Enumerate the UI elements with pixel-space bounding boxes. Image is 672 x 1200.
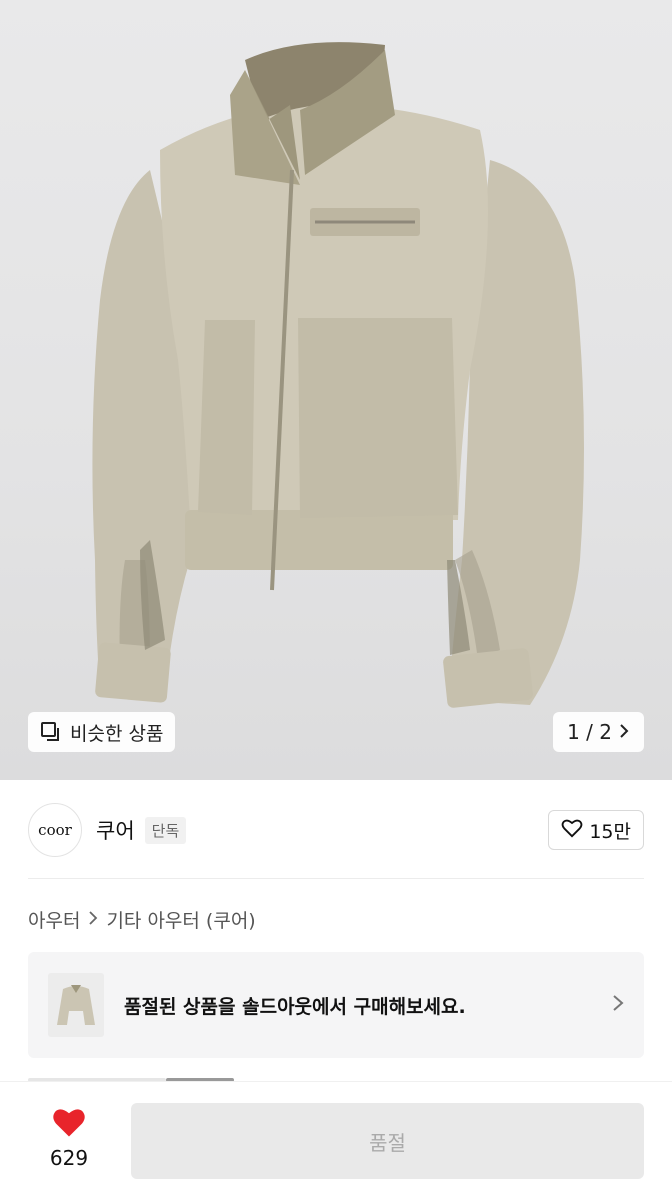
- product-image-carousel[interactable]: 비슷한 상품 1 / 2: [0, 0, 672, 780]
- breadcrumb-item[interactable]: 아우터: [28, 906, 80, 933]
- wish-count: 629: [49, 1146, 89, 1170]
- breadcrumb: 아우터 기타 아우터 (쿠어): [28, 906, 256, 933]
- brand-logo-text: coor: [38, 821, 72, 839]
- heart-outline-icon: [561, 818, 583, 843]
- bottom-action-bar: 629 품절: [0, 1082, 672, 1200]
- divider: [28, 878, 644, 879]
- similar-products-icon: [40, 721, 62, 743]
- brand-like-count: 15만: [589, 820, 631, 843]
- image-pager[interactable]: 1 / 2: [553, 712, 644, 752]
- similar-products-button[interactable]: 비슷한 상품: [28, 712, 176, 752]
- soldout-banner-text: 품절된 상품을 솔드아웃에서 구매해보세요.: [124, 995, 466, 1018]
- soldout-product-thumbnail: [48, 973, 104, 1037]
- brand-row: coor 쿠어 단독 15만: [28, 802, 644, 858]
- buy-button-label: 품절: [369, 1130, 406, 1155]
- chevron-right-icon: [612, 994, 624, 1016]
- similar-products-label: 비슷한 상품: [70, 722, 164, 745]
- product-image: [92, 42, 584, 708]
- brand-like-button[interactable]: 15만: [548, 810, 644, 850]
- soldout-banner[interactable]: 품절된 상품을 솔드아웃에서 구매해보세요.: [28, 952, 644, 1058]
- brand-logo[interactable]: coor: [28, 803, 82, 857]
- buy-button[interactable]: 품절: [131, 1103, 644, 1179]
- heart-filled-icon: [51, 1106, 87, 1142]
- brand-name[interactable]: 쿠어: [96, 815, 135, 845]
- breadcrumb-item[interactable]: 기타 아우터 (쿠어): [106, 906, 255, 933]
- chevron-right-icon: [618, 720, 630, 744]
- wish-button[interactable]: 629: [34, 1106, 104, 1170]
- chevron-right-icon: [88, 910, 98, 930]
- pager-text: 1 / 2: [567, 720, 612, 744]
- exclusive-badge: 단독: [144, 816, 187, 844]
